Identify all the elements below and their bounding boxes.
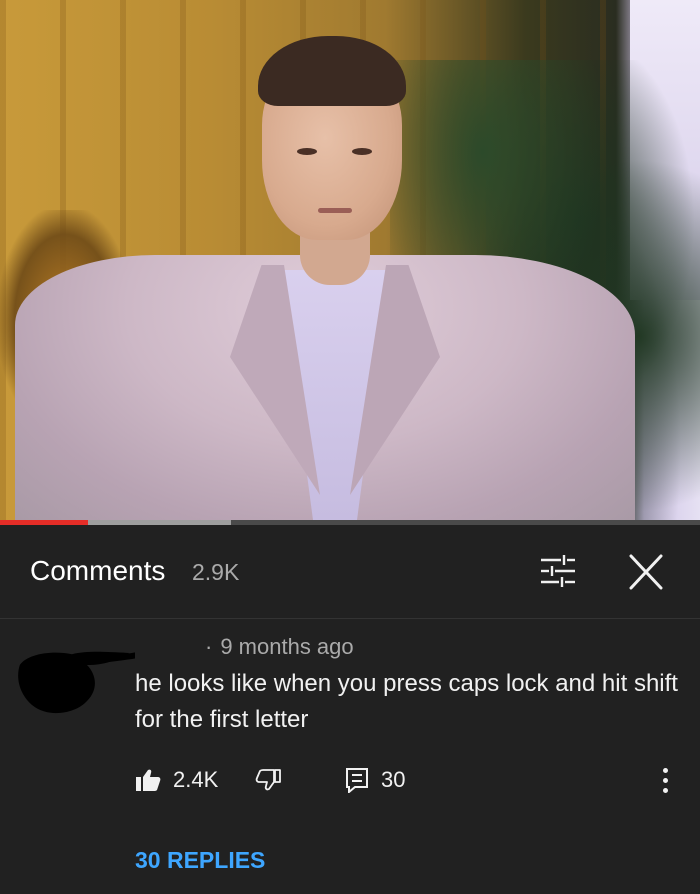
like-count: 2.4K — [173, 767, 219, 792]
reply-button[interactable]: 30 — [345, 762, 405, 798]
buffered-bar — [87, 520, 231, 525]
more-options-button[interactable] — [657, 762, 673, 798]
comments-title: Comments — [30, 555, 166, 586]
sliders-icon — [541, 555, 575, 587]
video-player[interactable] — [0, 0, 700, 520]
thumbs-up-icon — [136, 769, 161, 791]
like-button[interactable]: 2.4K — [135, 762, 218, 798]
meta-dot: · — [205, 634, 213, 659]
video-progress-bar[interactable] — [0, 520, 700, 525]
comments-header: Comments 2.9K — [0, 526, 700, 619]
view-replies-link[interactable]: 30 REPLIES — [135, 847, 265, 874]
right-eye — [352, 148, 372, 155]
mouth — [318, 208, 352, 213]
played-bar — [0, 520, 88, 525]
reply-count: 30 — [381, 767, 406, 792]
thumbs-down-icon — [255, 769, 281, 791]
close-comments-button[interactable] — [622, 550, 670, 594]
reply-icon — [346, 768, 368, 793]
sort-filter-button[interactable] — [537, 553, 579, 589]
dislike-button[interactable] — [255, 762, 281, 798]
comment-thread: · 9 months ago he looks like when you pre… — [0, 620, 700, 894]
comments-count: 2.9K — [192, 559, 240, 585]
comment-actions: 2.4K 30 — [135, 762, 695, 798]
comment-timestamp: 9 months ago — [220, 634, 354, 659]
close-icon — [629, 554, 663, 590]
left-eye — [297, 148, 317, 155]
comment-meta: · 9 months ago — [205, 634, 354, 660]
redacted-avatar-scribble — [18, 651, 135, 714]
comment-text: he looks like when you press caps lock a… — [135, 670, 678, 733]
